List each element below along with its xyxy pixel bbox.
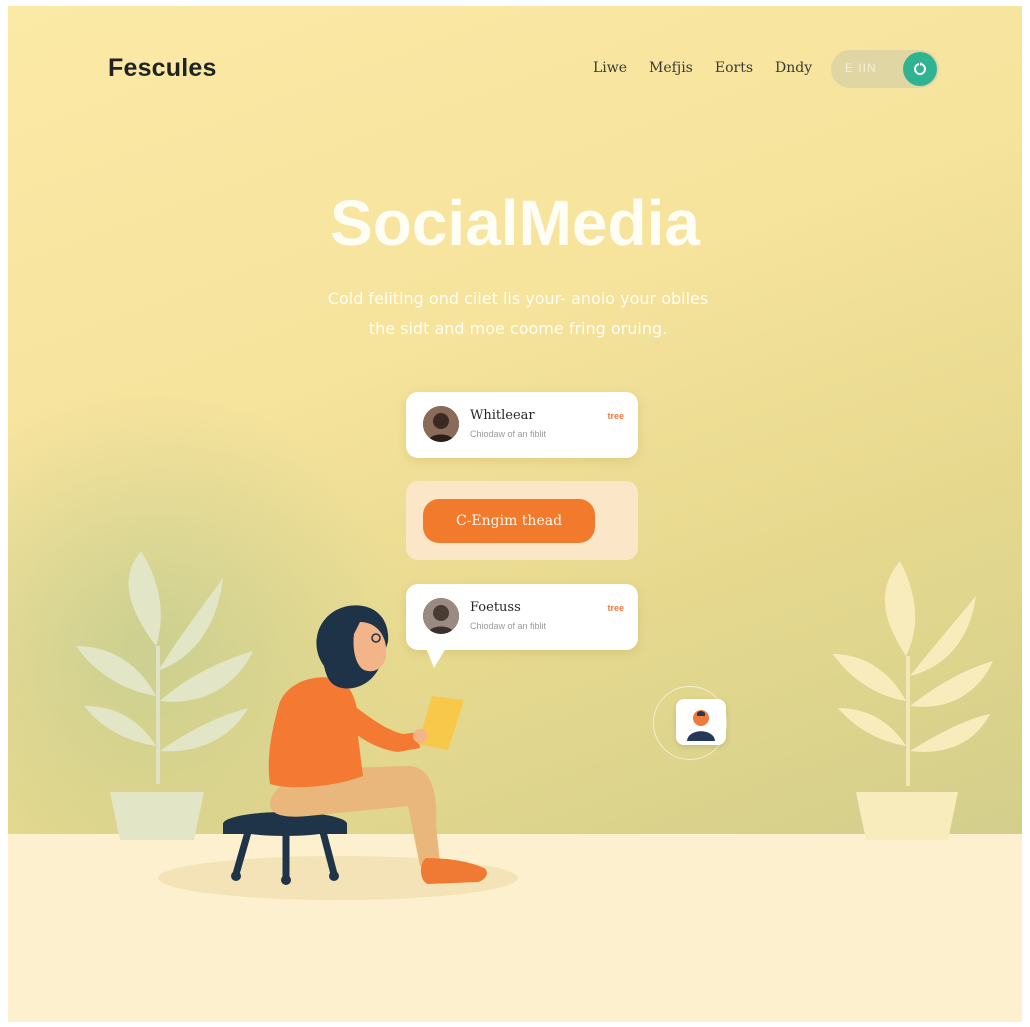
landing-page: Fescules Liwe Mefjis Eorts Dndy E IIN So… xyxy=(8,6,1022,1022)
person-reading-illustration xyxy=(158,605,518,900)
